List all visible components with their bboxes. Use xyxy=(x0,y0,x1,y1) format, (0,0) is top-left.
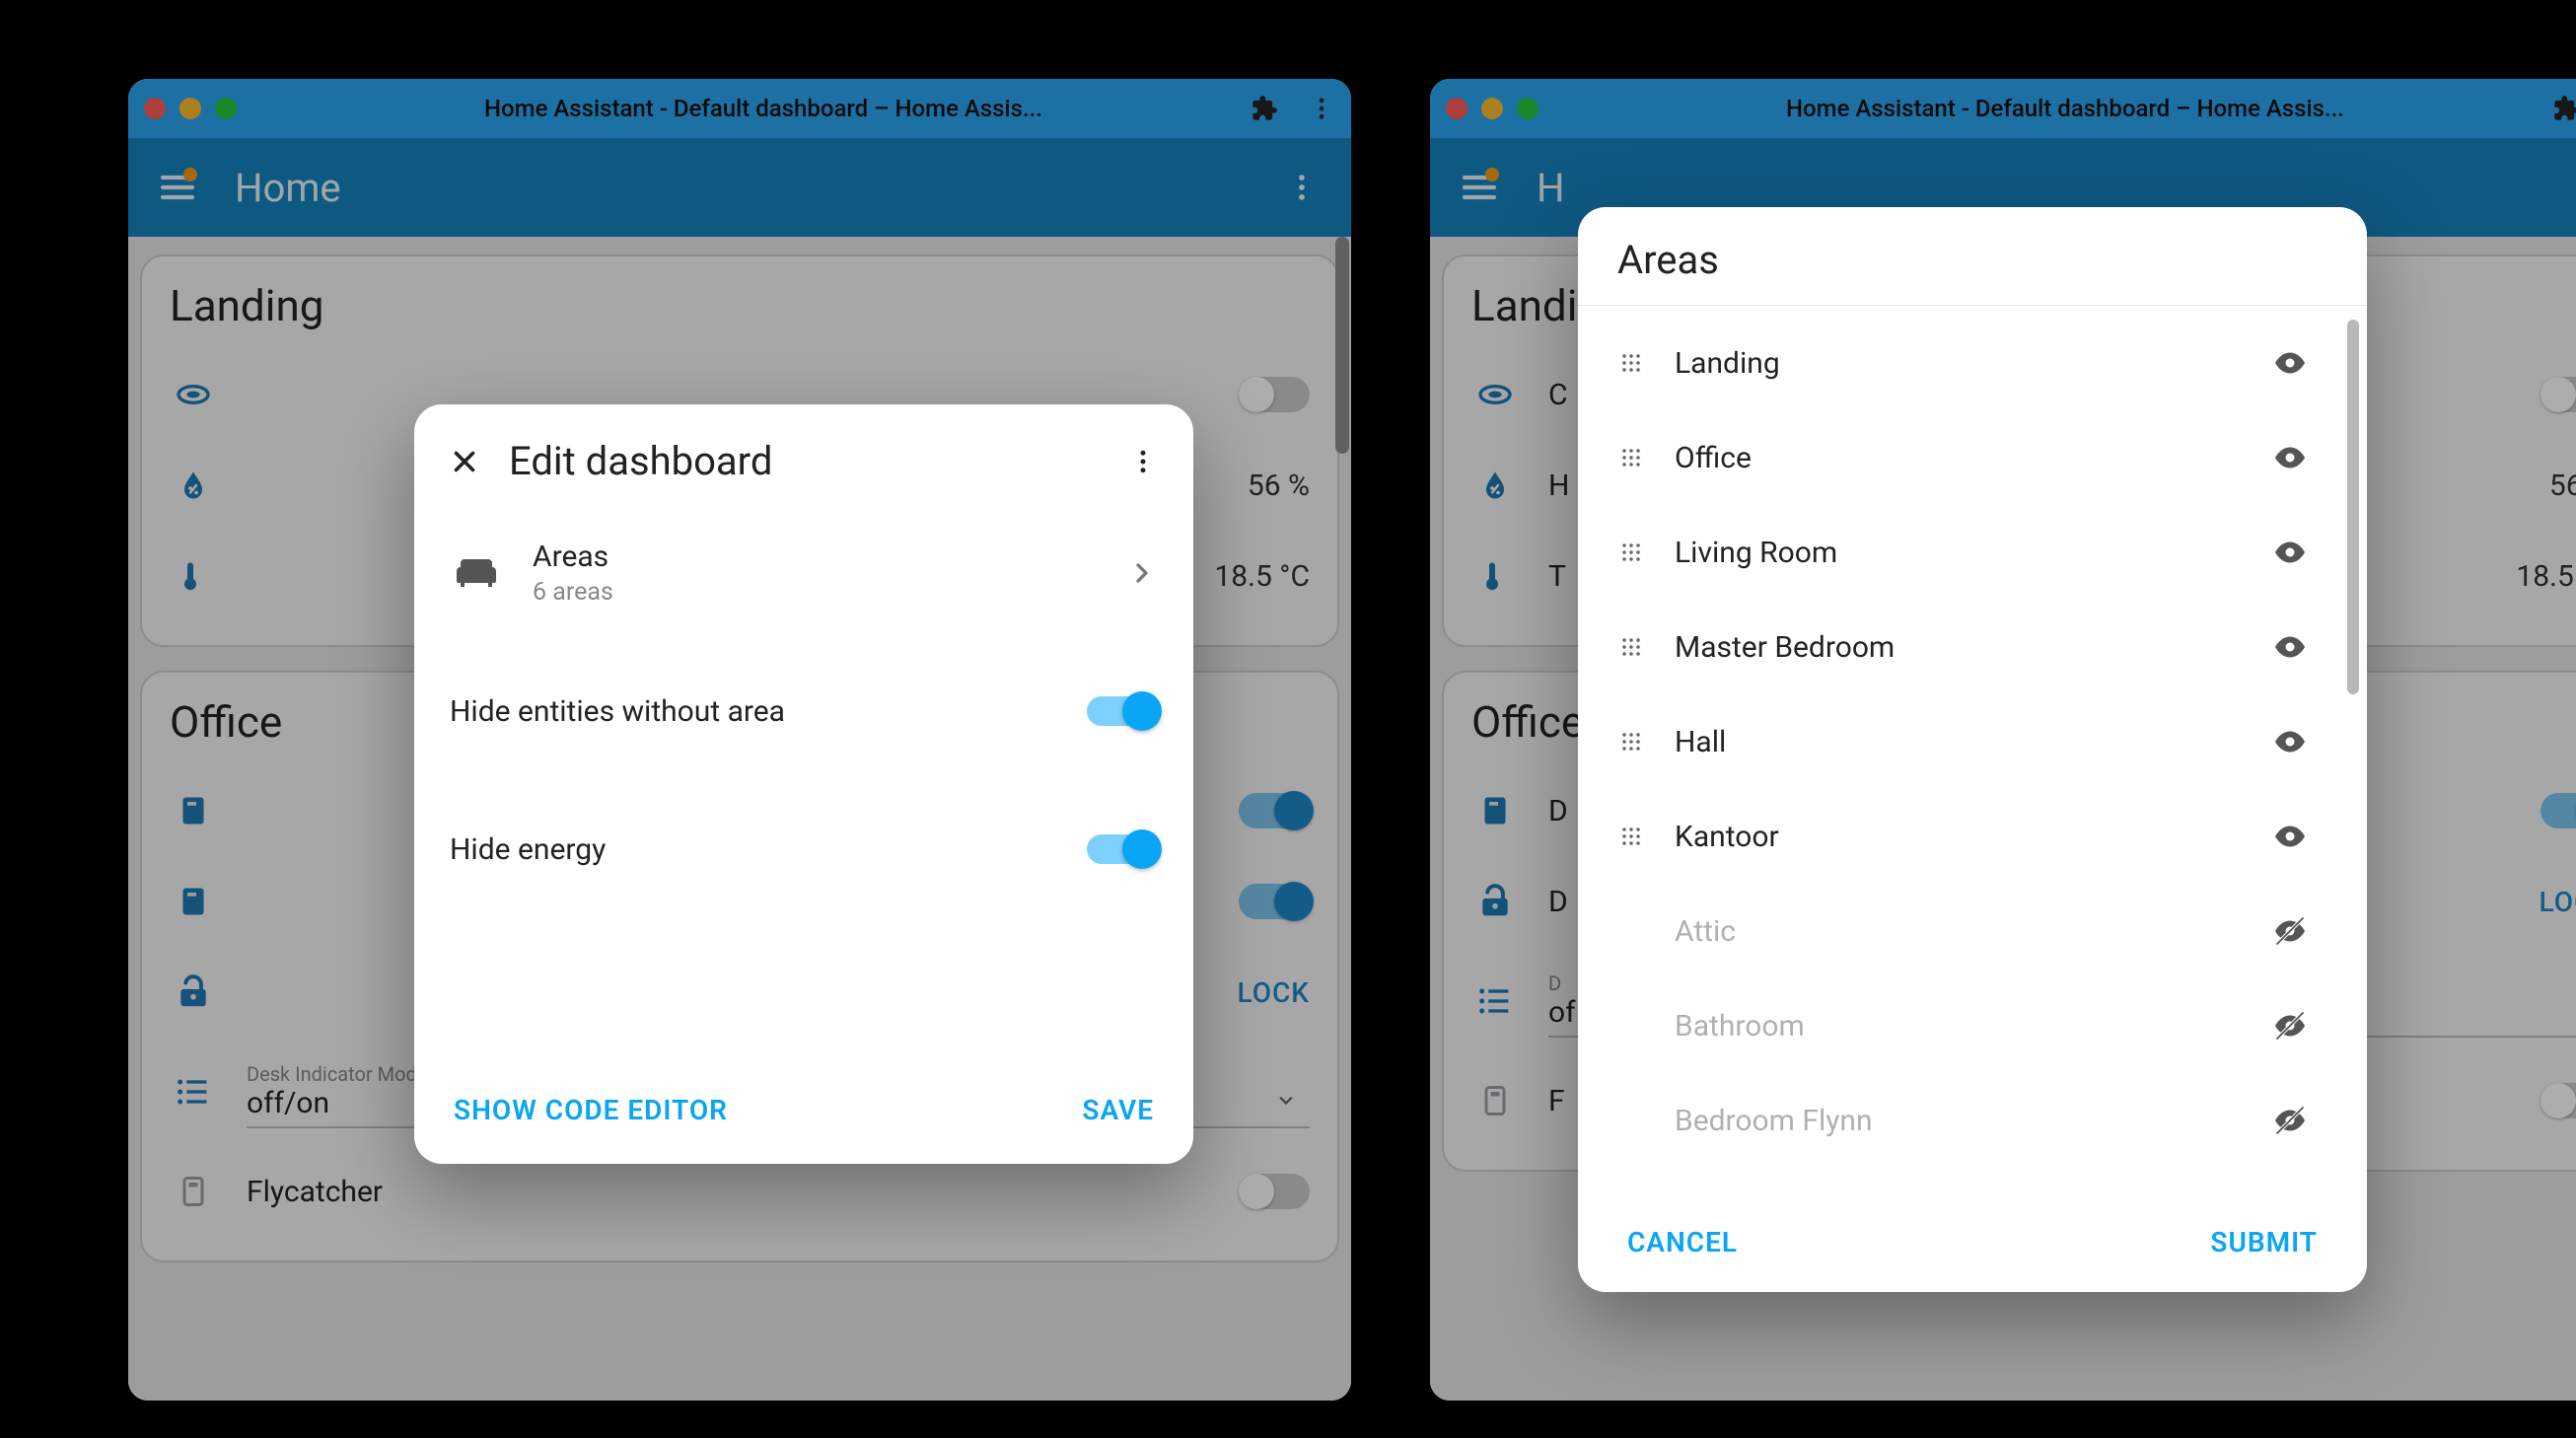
area-item[interactable]: Landing xyxy=(1617,316,2347,410)
areas-modal: Areas Landing Office Living Room Master Bed… xyxy=(1578,207,2367,1292)
chevron-right-icon xyxy=(1126,557,1158,589)
visibility-toggle-icon[interactable] xyxy=(2272,819,2308,854)
show-code-editor-button[interactable]: SHOW CODE EDITOR xyxy=(454,1094,728,1126)
cancel-button[interactable]: CANCEL xyxy=(1627,1226,1738,1258)
area-name: Master Bedroom xyxy=(1675,630,2243,665)
area-name: Kantoor xyxy=(1675,820,2243,854)
modal-header: Areas xyxy=(1578,207,2367,306)
area-item[interactable]: Bedroom Flynn xyxy=(1617,1073,2347,1168)
area-item[interactable]: Living Room xyxy=(1617,505,2347,600)
area-name: Bedroom Flynn xyxy=(1675,1104,2243,1138)
hide-energy-label: Hide energy xyxy=(450,832,1087,867)
hide-energy-row: Hide energy xyxy=(450,800,1158,899)
drag-handle-icon[interactable] xyxy=(1617,349,1645,377)
window-areas-list: Home Assistant - Default dashboard – Hom… xyxy=(1430,79,2576,1401)
drag-handle-icon[interactable] xyxy=(1617,539,1645,566)
drag-handle-icon[interactable] xyxy=(1617,728,1645,755)
drag-handle-icon[interactable] xyxy=(1617,633,1645,661)
hide-entities-row: Hide entities without area xyxy=(450,662,1158,760)
area-name: Hall xyxy=(1675,725,2243,759)
visibility-toggle-icon[interactable] xyxy=(2272,345,2308,381)
area-name: Living Room xyxy=(1675,536,2243,570)
visibility-toggle-icon[interactable] xyxy=(2272,724,2308,759)
visibility-toggle-icon[interactable] xyxy=(2272,1008,2308,1043)
drag-handle-icon[interactable] xyxy=(1617,444,1645,471)
visibility-toggle-icon[interactable] xyxy=(2272,913,2308,949)
modal-header: Edit dashboard xyxy=(414,404,1193,494)
visibility-toggle-icon[interactable] xyxy=(2272,1103,2308,1138)
sofa-icon xyxy=(450,549,503,597)
area-name: Landing xyxy=(1675,346,2243,381)
area-item[interactable]: Bathroom xyxy=(1617,978,2347,1073)
area-item[interactable]: Attic xyxy=(1617,884,2347,978)
hide-entities-label: Hide entities without area xyxy=(450,694,1087,729)
edit-dashboard-modal: Edit dashboard Areas 6 areas Hide entiti… xyxy=(414,404,1193,1164)
area-name: Bathroom xyxy=(1675,1009,2243,1043)
area-item[interactable]: Hall xyxy=(1617,694,2347,789)
modal-more-button[interactable] xyxy=(1128,447,1158,476)
modal-footer: SHOW CODE EDITOR SAVE xyxy=(414,1084,1193,1164)
area-name: Attic xyxy=(1675,914,2243,949)
visibility-toggle-icon[interactable] xyxy=(2272,440,2308,475)
areas-sublabel: 6 areas xyxy=(533,578,1097,607)
hide-entities-toggle[interactable] xyxy=(1087,696,1158,726)
areas-list: Landing Office Living Room Master Bedroom Ha… xyxy=(1578,306,2367,1202)
submit-button[interactable]: SUBMIT xyxy=(2210,1226,2318,1258)
areas-label: Areas xyxy=(533,539,1097,574)
area-name: Office xyxy=(1675,441,2243,475)
modal-title: Areas xyxy=(1617,237,2327,283)
modal-footer: CANCEL SUBMIT xyxy=(1578,1202,2367,1292)
modal-title: Edit dashboard xyxy=(509,438,1101,484)
hide-energy-toggle[interactable] xyxy=(1087,834,1158,864)
area-item[interactable]: Master Bedroom xyxy=(1617,600,2347,694)
areas-row[interactable]: Areas 6 areas xyxy=(450,514,1158,632)
scrollbar[interactable] xyxy=(2347,320,2359,694)
drag-handle-icon[interactable] xyxy=(1617,823,1645,850)
area-item[interactable]: Office xyxy=(1617,410,2347,505)
save-button[interactable]: SAVE xyxy=(1082,1094,1154,1126)
area-item[interactable]: Kantoor xyxy=(1617,789,2347,884)
visibility-toggle-icon[interactable] xyxy=(2272,629,2308,665)
close-button[interactable] xyxy=(448,445,481,478)
visibility-toggle-icon[interactable] xyxy=(2272,535,2308,570)
window-edit-dashboard: Home Assistant - Default dashboard – Hom… xyxy=(128,79,1351,1401)
